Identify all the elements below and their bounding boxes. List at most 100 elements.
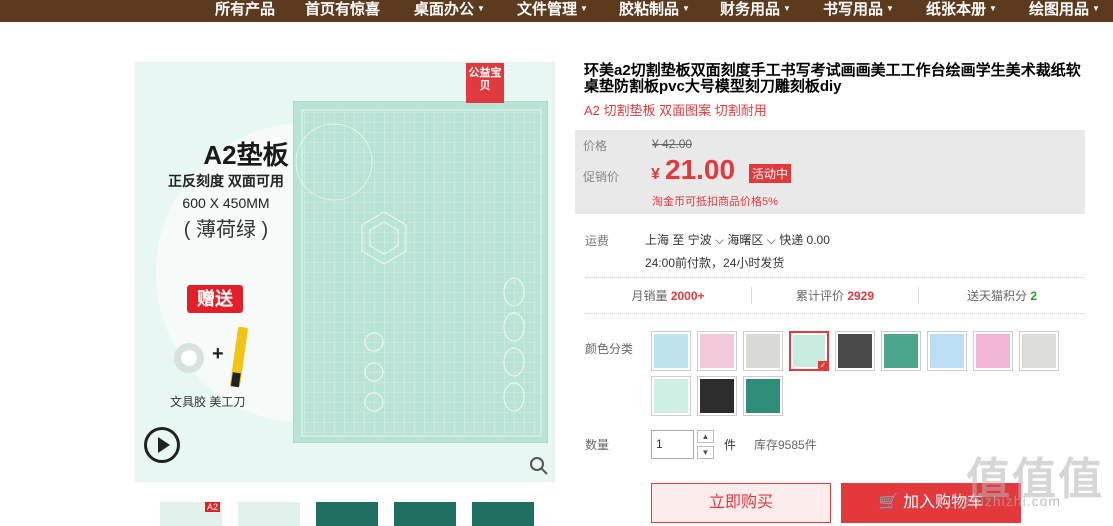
product-gallery[interactable]: A2垫板 正反刻度 双面可用 600 X 450MM ( 薄荷绿 ) 赠送 + … [135,62,555,482]
color-swatch-11[interactable] [743,376,783,416]
nav-item-label: 桌面办公 [414,1,475,18]
nav-item-label: 财务用品 [720,1,781,18]
stock-count: 库存9585件 [754,438,817,452]
review-count[interactable]: 累计评价 2929 [751,287,918,304]
quantity-decrease-button[interactable]: ▼ [697,446,714,459]
nav-item-8[interactable]: 绘图用品 ▼ [1029,0,1100,19]
quantity-input[interactable]: 1 [651,430,694,459]
gallery-title: A2垫板 [203,140,289,170]
nav-item-label: 文件管理 [517,1,578,18]
public-welfare-badge: 公益宝贝 [466,63,504,103]
review-count-value: 2929 [847,289,875,303]
nav-item-5[interactable]: 财务用品 ▼ [720,0,791,19]
color-swatch-9[interactable] [651,376,691,416]
product-title: 环美a2切割垫板双面刻度手工书写考试画画美工工作台绘画学生美术裁纸软桌垫防割板p… [584,62,1081,95]
color-swatch-4[interactable] [835,331,875,371]
current-price: 21.00 [665,154,736,185]
top-nav: 所有产品 首页有惊喜 桌面办公 ▼ 文件管理 ▼ 胶粘制品 ▼ 财务用品 ▼ 书写用品 ▼ 纸张本册 ▼ 绘… [0,0,1113,22]
product-subtitle: A2 切割垫板 双面图案 切割耐用 [584,103,767,118]
swatch-preview [700,379,734,413]
swatch-preview [793,335,825,367]
quantity-increase-button[interactable]: ▲ [697,430,714,443]
price-label: 价格 [583,139,608,153]
swatch-preview [884,334,918,368]
promo-label: 促销价 [583,170,620,184]
stats-bar: 月销量 2000+ 累计评价 2929 送天猫积分 2 [585,277,1085,314]
chevron-down-icon: ▼ [477,4,485,13]
swatch-preview [746,334,780,368]
zoom-icon[interactable] [529,456,551,478]
thumbnail-0[interactable]: A2 [160,502,222,526]
plus-icon: + [212,343,224,365]
gift-badge: 赠送 [187,285,243,313]
nav-item-label: 所有产品 [215,1,276,18]
mat-grid [295,109,542,437]
monthly-sales-value: 2000+ [670,289,705,303]
nav-item-label: 胶粘制品 [619,1,680,18]
tmall-points-value: 2 [1030,289,1038,303]
shipping-route[interactable]: 上海 至 宁波 ⌵ 海曙区 ⌵ 快递 0.00 [645,231,830,248]
nav-item-label: 首页有惊喜 [305,1,381,18]
color-swatch-0[interactable] [651,331,691,371]
thumbnail-4[interactable] [472,502,534,526]
thumbnail-2[interactable] [316,502,378,526]
play-triangle [157,437,170,453]
thumbnail-1[interactable] [238,502,300,526]
color-swatch-1[interactable] [697,331,737,371]
magnifier-svg [530,457,548,475]
review-count-label: 累计评价 [795,289,844,303]
color-label: 颜色分类 [585,342,634,356]
nav-item-label: 书写用品 [823,1,884,18]
monthly-sales-label: 月销量 [631,289,668,303]
swatch-preview [976,334,1010,368]
coin-discount-note[interactable]: 淘金币可抵扣商品价格5% [652,193,778,209]
color-swatch-2[interactable] [743,331,783,371]
color-swatch-8[interactable] [1019,331,1059,371]
gallery-size: 600 X 450MM [182,195,270,211]
swatch-preview [654,334,688,368]
shipping-time: 24:00前付款，24小时发货 [645,256,785,270]
buy-now-button[interactable]: 立即购买 [651,483,831,523]
nav-item-3[interactable]: 文件管理 ▼ [517,0,588,19]
chevron-down-icon: ▼ [682,4,690,13]
monthly-sales: 月销量 2000+ [585,287,751,304]
thumbnail-strip: A2 [160,502,534,526]
nav-item-6[interactable]: 书写用品 ▼ [823,0,894,19]
add-to-cart-button[interactable]: 🛒 加入购物车 [841,483,1021,523]
color-swatch-10[interactable] [697,376,737,416]
chevron-down-icon: ▼ [886,4,894,13]
thumbnail-3[interactable] [394,502,456,526]
gallery-color-name: ( 薄荷绿 ) [183,219,269,241]
nav-item-0[interactable]: 所有产品 [215,0,275,19]
tape-icon [174,343,204,373]
currency-symbol: ¥ [651,166,660,183]
cart-icon: 🛒 [878,494,899,511]
quantity-unit: 件 [724,438,737,452]
color-swatch-3[interactable] [789,331,829,371]
tmall-points-label: 送天猫积分 [966,289,1027,303]
play-icon[interactable] [144,427,180,463]
chevron-down-icon: ▼ [989,4,997,13]
gift-caption: 文具胶 美工刀 [170,395,246,409]
nav-item-2[interactable]: 桌面办公 ▼ [414,0,485,19]
gallery-subtitle: 正反刻度 双面可用 [168,173,284,189]
nav-item-label: 纸张本册 [926,1,987,18]
nav-item-4[interactable]: 胶粘制品 ▼ [619,0,690,19]
swatch-preview [930,334,964,368]
chevron-down-icon: ▼ [580,4,588,13]
chevron-down-icon: ▼ [783,4,791,13]
quantity-label: 数量 [585,438,610,452]
color-swatch-6[interactable] [927,331,967,371]
swatch-preview [746,379,780,413]
chevron-down-icon: ▼ [1092,4,1100,13]
add-to-cart-label: 加入购物车 [903,494,984,511]
nav-item-1[interactable]: 首页有惊喜 [305,0,380,19]
shipping-label: 运费 [585,234,610,248]
color-swatch-5[interactable] [881,331,921,371]
color-swatches [651,331,1071,416]
swatch-preview [654,379,688,413]
nav-item-label: 绘图用品 [1029,1,1090,18]
swatch-preview [838,334,872,368]
color-swatch-7[interactable] [973,331,1013,371]
nav-item-7[interactable]: 纸张本册 ▼ [926,0,997,19]
